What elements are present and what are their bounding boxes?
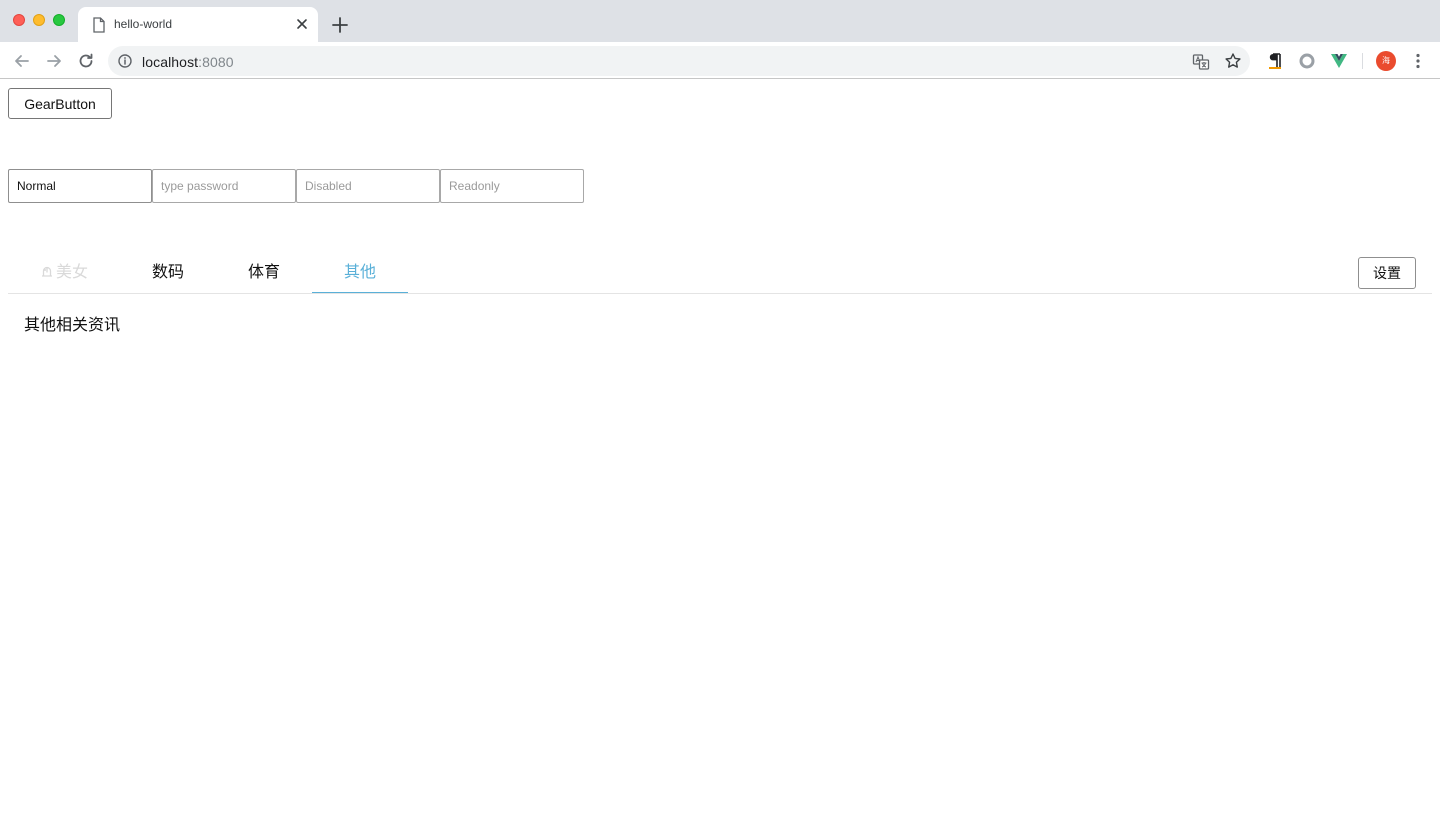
vue-devtools-icon[interactable] (1329, 51, 1349, 71)
disabled-input (296, 169, 440, 203)
translate-icon[interactable] (1192, 53, 1210, 71)
reload-icon[interactable] (76, 51, 96, 71)
close-tab-icon[interactable] (294, 16, 310, 32)
window-minimize-icon[interactable] (33, 14, 45, 26)
tab-shuma[interactable]: 数码 (120, 253, 216, 293)
browser-tab-strip: hello-world (0, 0, 1440, 42)
tab-label: 体育 (247, 264, 280, 281)
password-input[interactable] (152, 169, 296, 203)
tab-qita[interactable]: 其他 (312, 253, 408, 293)
browser-toolbar: localhost:8080 海 (0, 42, 1440, 79)
settings-button[interactable]: 设置 (1358, 257, 1416, 289)
tabs-bar: 美女 数码 体育 其他 (8, 253, 1432, 294)
document-icon (93, 17, 105, 33)
normal-input[interactable] (8, 169, 152, 203)
back-arrow-icon[interactable] (12, 51, 32, 71)
tab-ornament-icon (41, 266, 52, 277)
site-info-icon[interactable] (118, 54, 132, 68)
tab-label: 其他 (343, 264, 376, 281)
gear-button[interactable]: GearButton (8, 88, 112, 119)
tab-tiyu[interactable]: 体育 (216, 253, 312, 293)
tab-panel-content: 其他相关资讯 (24, 317, 121, 334)
tab-label: 数码 (151, 264, 184, 281)
profile-avatar[interactable]: 海 (1376, 51, 1396, 71)
bookmark-star-icon[interactable] (1224, 52, 1242, 70)
tab-label: 美女 (55, 264, 88, 281)
forward-arrow-icon[interactable] (44, 51, 64, 71)
browser-tab[interactable]: hello-world (78, 7, 318, 42)
readonly-input[interactable] (440, 169, 584, 203)
new-tab-plus-icon[interactable] (330, 15, 350, 35)
more-vertical-icon[interactable] (1408, 51, 1428, 71)
address-bar[interactable]: localhost:8080 (108, 46, 1250, 76)
browser-tab-title: hello-world (114, 17, 173, 31)
tab-meinv: 美女 (16, 253, 112, 293)
window-maximize-icon[interactable] (53, 14, 65, 26)
pilcrow-extension-icon[interactable] (1265, 51, 1285, 71)
toolbar-divider (1362, 53, 1363, 69)
url-text[interactable]: localhost:8080 (142, 54, 234, 70)
circle-extension-icon[interactable] (1297, 51, 1317, 71)
window-close-icon[interactable] (13, 14, 25, 26)
